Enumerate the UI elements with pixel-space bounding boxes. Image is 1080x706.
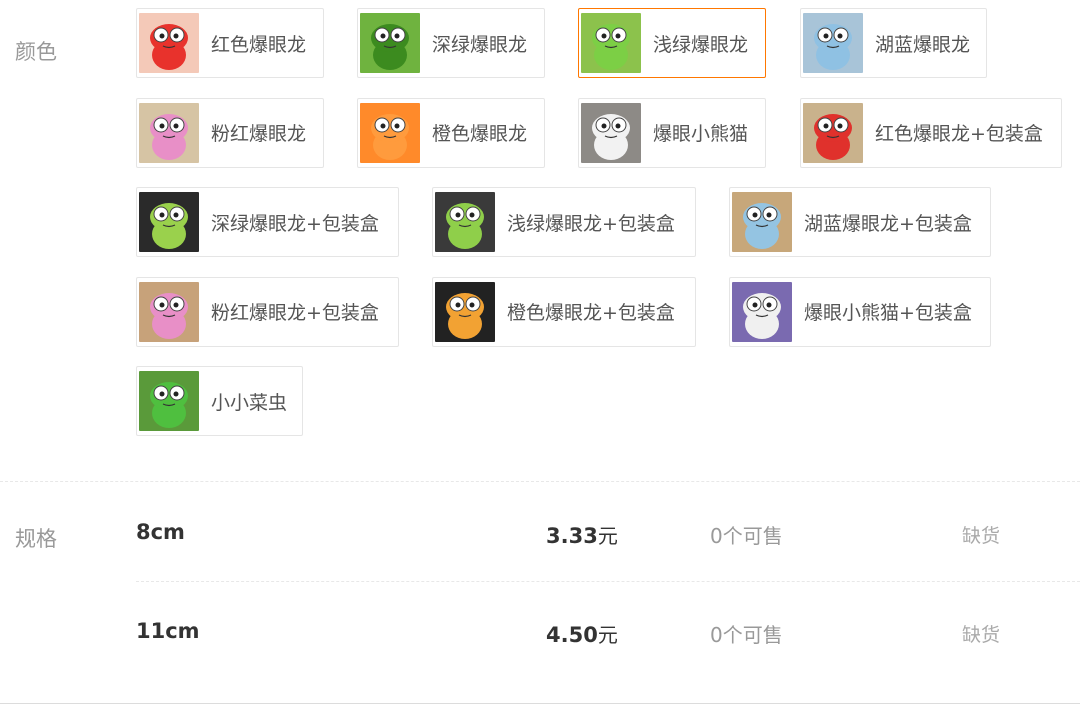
color-row: 小小菜虫 <box>136 366 1080 438</box>
color-option[interactable]: 粉红爆眼龙+包装盒 <box>136 276 399 347</box>
product-thumbnail <box>581 13 641 73</box>
color-row: 粉红爆眼龙+包装盒 橙色爆眼龙+包装盒 爆眼小熊猫+包装盒 <box>136 276 1080 349</box>
product-thumbnail <box>360 13 420 73</box>
spec-name: 8cm <box>136 520 185 544</box>
color-option[interactable]: 橙色爆眼龙 <box>357 97 545 168</box>
sku-selector: 颜色 红色爆眼龙 深绿爆眼龙 浅绿爆眼龙 湖蓝爆眼龙 粉红爆眼龙 橙色爆眼龙 爆… <box>0 0 1080 706</box>
product-thumbnail <box>139 371 199 431</box>
product-thumbnail <box>435 281 495 342</box>
color-option-selected[interactable]: 浅绿爆眼龙 <box>578 8 766 78</box>
spec-row-divider <box>136 581 1080 582</box>
color-option[interactable]: 爆眼小熊猫 <box>578 97 766 168</box>
spec-stock: 0个可售 <box>710 623 783 647</box>
spec-price-unit: 元 <box>597 623 618 647</box>
color-option-label: 爆眼小熊猫 <box>653 123 749 145</box>
color-option[interactable]: 深绿爆眼龙 <box>357 8 545 78</box>
spec-row[interactable]: 8cm 3.33元 0个可售 缺货 <box>136 484 1080 582</box>
spec-status: 缺货 <box>962 624 1001 646</box>
color-option-label: 红色爆眼龙+包装盒 <box>875 123 1043 145</box>
spec-row[interactable]: 11cm 4.50元 0个可售 缺货 <box>136 583 1080 681</box>
color-option-label: 湖蓝爆眼龙+包装盒 <box>804 212 972 235</box>
color-option[interactable]: 红色爆眼龙+包装盒 <box>800 97 1062 168</box>
product-thumbnail <box>732 192 792 252</box>
color-option-label: 橙色爆眼龙 <box>432 123 528 145</box>
product-thumbnail <box>581 102 641 163</box>
product-thumbnail <box>803 102 863 163</box>
section-divider <box>0 481 1080 482</box>
color-option[interactable]: 红色爆眼龙 <box>136 8 324 78</box>
product-thumbnail <box>139 281 199 342</box>
spec-price-value: 3.33 <box>546 524 598 548</box>
color-row: 粉红爆眼龙 橙色爆眼龙 爆眼小熊猫 红色爆眼龙+包装盒 <box>136 97 1080 170</box>
product-thumbnail <box>139 13 199 73</box>
spec-status: 缺货 <box>962 525 1001 547</box>
color-option-label: 浅绿爆眼龙 <box>653 33 749 56</box>
color-row: 深绿爆眼龙+包装盒 浅绿爆眼龙+包装盒 湖蓝爆眼龙+包装盒 <box>136 187 1080 259</box>
color-row: 红色爆眼龙 深绿爆眼龙 浅绿爆眼龙 湖蓝爆眼龙 <box>136 8 1080 80</box>
color-option-label: 粉红爆眼龙 <box>211 123 307 145</box>
product-thumbnail <box>435 192 495 252</box>
bottom-divider <box>0 703 1080 704</box>
color-option-label: 深绿爆眼龙 <box>432 33 528 56</box>
color-option-label: 湖蓝爆眼龙 <box>875 33 971 56</box>
spec-price-unit: 元 <box>597 524 618 548</box>
color-option-label: 小小菜虫 <box>211 391 288 414</box>
color-option[interactable]: 爆眼小熊猫+包装盒 <box>729 276 991 347</box>
color-option[interactable]: 湖蓝爆眼龙+包装盒 <box>729 187 991 257</box>
spec-price-value: 4.50 <box>546 623 598 647</box>
spec-price: 3.33元 <box>546 520 618 549</box>
color-option-label: 橙色爆眼龙+包装盒 <box>507 302 675 324</box>
product-thumbnail <box>732 281 792 342</box>
color-option[interactable]: 粉红爆眼龙 <box>136 97 324 168</box>
color-option[interactable]: 浅绿爆眼龙+包装盒 <box>432 187 696 257</box>
color-option-label: 红色爆眼龙 <box>211 33 307 56</box>
spec-stock: 0个可售 <box>710 524 783 548</box>
color-option[interactable]: 湖蓝爆眼龙 <box>800 8 987 78</box>
product-thumbnail <box>360 102 420 163</box>
spec-label: 规格 <box>15 527 57 551</box>
color-option-label: 浅绿爆眼龙+包装盒 <box>507 212 675 235</box>
color-option-label: 深绿爆眼龙+包装盒 <box>211 212 379 235</box>
color-options: 红色爆眼龙 深绿爆眼龙 浅绿爆眼龙 湖蓝爆眼龙 粉红爆眼龙 橙色爆眼龙 爆眼小熊… <box>136 8 1080 456</box>
product-thumbnail <box>139 102 199 163</box>
color-option[interactable]: 橙色爆眼龙+包装盒 <box>432 276 696 347</box>
color-option[interactable]: 小小菜虫 <box>136 366 303 436</box>
color-label: 颜色 <box>15 40 57 64</box>
spec-price: 4.50元 <box>546 619 618 648</box>
product-thumbnail <box>803 13 863 73</box>
product-thumbnail <box>139 192 199 252</box>
color-option-label: 爆眼小熊猫+包装盒 <box>804 302 972 324</box>
spec-name: 11cm <box>136 619 200 643</box>
color-option[interactable]: 深绿爆眼龙+包装盒 <box>136 187 399 257</box>
color-option-label: 粉红爆眼龙+包装盒 <box>211 302 379 324</box>
